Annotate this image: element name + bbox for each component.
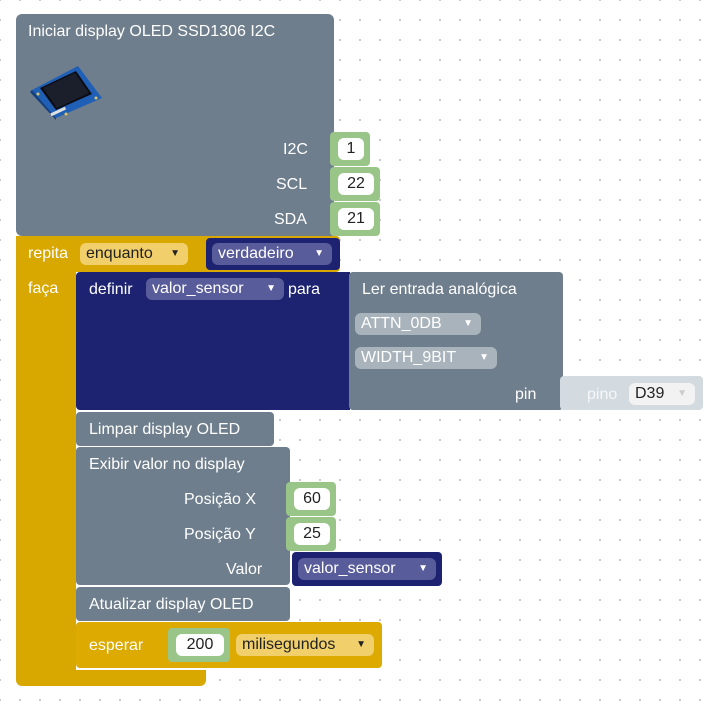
sda-label: SDA	[274, 211, 307, 228]
value-variable-dropdown[interactable]: valor_sensor ▼	[298, 558, 436, 580]
posx-label: Posição X	[184, 491, 257, 508]
oled-module-icon	[30, 66, 102, 120]
caret-down-icon: ▼	[463, 318, 473, 329]
posx-number-field[interactable]: 60	[294, 488, 330, 510]
value-label: Valor	[226, 561, 263, 578]
scl-number-field[interactable]: 22	[338, 173, 374, 195]
pin-value: D39	[635, 385, 665, 402]
caret-down-icon: ▼	[266, 283, 276, 294]
wait-unit-dropdown[interactable]: milisegundos ▼	[236, 634, 374, 656]
init-oled-title: Iniciar display OLED SSD1306 I2C	[28, 23, 276, 40]
do-label: faça	[28, 280, 59, 297]
repeat-mode-dropdown[interactable]: enquanto ▼	[80, 243, 188, 265]
boolean-dropdown[interactable]: verdadeiro ▼	[212, 243, 332, 265]
set-label: definir	[89, 281, 133, 298]
show-value-title: Exibir valor no display	[89, 456, 245, 473]
clear-display-label: Limpar display OLED	[89, 421, 241, 438]
value-variable-value: valor_sensor	[304, 560, 396, 577]
to-label: para	[288, 281, 321, 298]
caret-down-icon: ▼	[677, 388, 687, 399]
sda-number-field[interactable]: 21	[338, 208, 374, 230]
caret-down-icon: ▼	[314, 248, 324, 259]
set-variable-dropdown[interactable]: valor_sensor ▼	[146, 278, 284, 300]
attenuation-value: ATTN_0DB	[361, 315, 442, 332]
caret-down-icon: ▼	[418, 563, 428, 574]
scl-label: SCL	[276, 176, 308, 193]
repeat-while-spine	[16, 236, 76, 680]
boolean-value: verdadeiro	[218, 245, 294, 262]
attenuation-dropdown[interactable]: ATTN_0DB ▼	[355, 313, 481, 335]
set-variable-value: valor_sensor	[152, 280, 244, 297]
pin-dropdown[interactable]: D39 ▼	[629, 383, 695, 405]
wait-amount-field[interactable]: 200	[176, 634, 224, 656]
repeat-while-bottom	[16, 670, 206, 686]
init-oled-block[interactable]	[16, 14, 334, 236]
update-display-label: Atualizar display OLED	[89, 596, 254, 613]
repeat-mode-value: enquanto	[86, 245, 153, 262]
caret-down-icon: ▼	[479, 352, 489, 363]
pin-block-label: pino	[587, 386, 618, 403]
analog-read-title: Ler entrada analógica	[362, 281, 517, 298]
caret-down-icon: ▼	[356, 639, 366, 650]
posy-label: Posição Y	[184, 526, 256, 543]
i2c-number-field[interactable]: 1	[338, 138, 364, 160]
caret-down-icon: ▼	[170, 248, 180, 259]
width-value: WIDTH_9BIT	[361, 349, 457, 366]
i2c-label: I2C	[283, 141, 308, 158]
width-dropdown[interactable]: WIDTH_9BIT ▼	[355, 347, 497, 369]
wait-label: esperar	[89, 637, 144, 654]
repeat-label: repita	[28, 245, 69, 262]
wait-unit-value: milisegundos	[242, 636, 336, 653]
posy-number-field[interactable]: 25	[294, 523, 330, 545]
pin-label: pin	[515, 386, 537, 403]
